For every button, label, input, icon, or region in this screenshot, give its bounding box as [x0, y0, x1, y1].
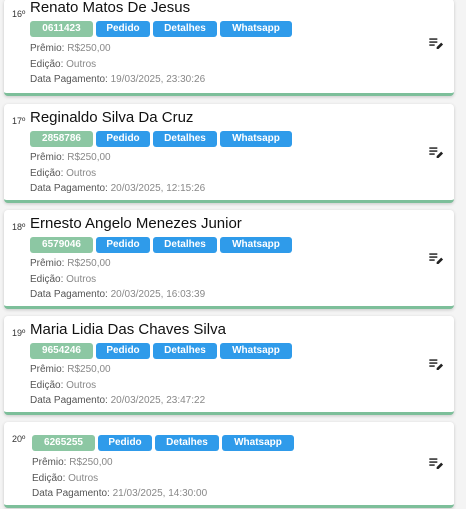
ticket-code-badge: 0611423 [30, 21, 93, 37]
detalhes-button[interactable]: Detalhes [153, 21, 217, 37]
winner-card: 18º Ernesto Angelo Menezes Junior 657904… [4, 210, 454, 309]
premio-value: R$250,00 [69, 457, 113, 468]
rank-label: 17º [12, 116, 26, 126]
edicao-label: Edição: [30, 273, 64, 285]
edicao-value: Outros [66, 167, 97, 179]
rank-label: 19º [12, 328, 26, 338]
ticket-code-badge: 6265255 [32, 435, 95, 451]
action-row: 0611423 Pedido Detalhes Whatsapp [30, 21, 292, 37]
action-row: 2858786 Pedido Detalhes Whatsapp [30, 131, 292, 147]
edit-note-icon[interactable] [428, 356, 444, 372]
action-row: 6265255 Pedido Detalhes Whatsapp [32, 435, 294, 451]
edicao-value: Outros [68, 472, 99, 484]
data-pagamento-value: 20/03/2025, 16:03:39 [110, 289, 206, 300]
winner-info: Prêmio: R$250,00 Edição: Outros Data Pag… [30, 150, 205, 197]
winner-info: Prêmio: R$250,00 Edição: Outros Data Pag… [30, 256, 205, 303]
rank-label: 20º [12, 434, 26, 444]
edicao-label: Edição: [30, 379, 64, 391]
winner-name: Renato Matos De Jesus [30, 0, 191, 16]
detalhes-button[interactable]: Detalhes [155, 435, 219, 451]
detalhes-button[interactable]: Detalhes [153, 343, 217, 359]
edicao-value: Outros [66, 379, 97, 391]
pedido-button[interactable]: Pedido [96, 237, 150, 253]
whatsapp-button[interactable]: Whatsapp [220, 343, 292, 359]
winner-info: Prêmio: R$250,00 Edição: Outros Data Pag… [32, 455, 207, 502]
pedido-button[interactable]: Pedido [96, 131, 150, 147]
winner-name: Maria Lidia Das Chaves Silva [30, 321, 226, 338]
data-pagamento-label: Data Pagamento: [30, 289, 108, 300]
edit-note-icon[interactable] [428, 35, 444, 51]
data-pagamento-value: 20/03/2025, 23:47:22 [110, 395, 206, 406]
detalhes-button[interactable]: Detalhes [153, 131, 217, 147]
action-row: 6579046 Pedido Detalhes Whatsapp [30, 237, 292, 253]
winner-name: Reginaldo Silva Da Cruz [30, 109, 194, 126]
premio-value: R$250,00 [67, 43, 111, 54]
edit-note-icon[interactable] [428, 144, 444, 160]
data-pagamento-label: Data Pagamento: [30, 395, 108, 406]
ticket-code-badge: 9654246 [30, 343, 93, 359]
data-pagamento-label: Data Pagamento: [32, 488, 110, 499]
edit-note-icon[interactable] [428, 250, 444, 266]
ticket-code-badge: 6579046 [30, 237, 93, 253]
edicao-label: Edição: [30, 167, 64, 179]
premio-value: R$250,00 [67, 152, 111, 163]
premio-value: R$250,00 [67, 258, 111, 269]
premio-label: Prêmio: [30, 364, 65, 375]
detalhes-button[interactable]: Detalhes [153, 237, 217, 253]
premio-label: Prêmio: [32, 457, 67, 468]
edicao-value: Outros [66, 58, 97, 70]
edicao-label: Edição: [32, 472, 66, 484]
premio-label: Prêmio: [30, 152, 65, 163]
pedido-button[interactable]: Pedido [98, 435, 152, 451]
edicao-value: Outros [66, 273, 97, 285]
winner-card: 20º 6265255 Pedido Detalhes Whatsapp Prê… [4, 422, 454, 508]
winner-info: Prêmio: R$250,00 Edição: Outros Data Pag… [30, 362, 205, 409]
whatsapp-button[interactable]: Whatsapp [222, 435, 294, 451]
winner-card: 19º Maria Lidia Das Chaves Silva 9654246… [4, 316, 454, 415]
data-pagamento-label: Data Pagamento: [30, 183, 108, 194]
data-pagamento-value: 20/03/2025, 12:15:26 [110, 183, 206, 194]
edit-note-icon[interactable] [428, 455, 444, 471]
whatsapp-button[interactable]: Whatsapp [220, 237, 292, 253]
winner-name: Ernesto Angelo Menezes Junior [30, 215, 242, 232]
pedido-button[interactable]: Pedido [96, 343, 150, 359]
data-pagamento-value: 21/03/2025, 14:30:00 [112, 488, 208, 499]
winner-card: 16º Renato Matos De Jesus 0611423 Pedido… [4, 0, 454, 96]
whatsapp-button[interactable]: Whatsapp [220, 21, 292, 37]
edicao-label: Edição: [30, 58, 64, 70]
data-pagamento-label: Data Pagamento: [30, 74, 108, 85]
whatsapp-button[interactable]: Whatsapp [220, 131, 292, 147]
premio-value: R$250,00 [67, 364, 111, 375]
pedido-button[interactable]: Pedido [96, 21, 150, 37]
action-row: 9654246 Pedido Detalhes Whatsapp [30, 343, 292, 359]
rank-label: 16º [12, 9, 26, 19]
premio-label: Prêmio: [30, 43, 65, 54]
data-pagamento-value: 19/03/2025, 23:30:26 [110, 74, 206, 85]
winner-card: 17º Reginaldo Silva Da Cruz 2858786 Pedi… [4, 104, 454, 203]
rank-label: 18º [12, 222, 26, 232]
ticket-code-badge: 2858786 [30, 131, 93, 147]
winner-info: Prêmio: R$250,00 Edição: Outros Data Pag… [30, 41, 205, 88]
premio-label: Prêmio: [30, 258, 65, 269]
